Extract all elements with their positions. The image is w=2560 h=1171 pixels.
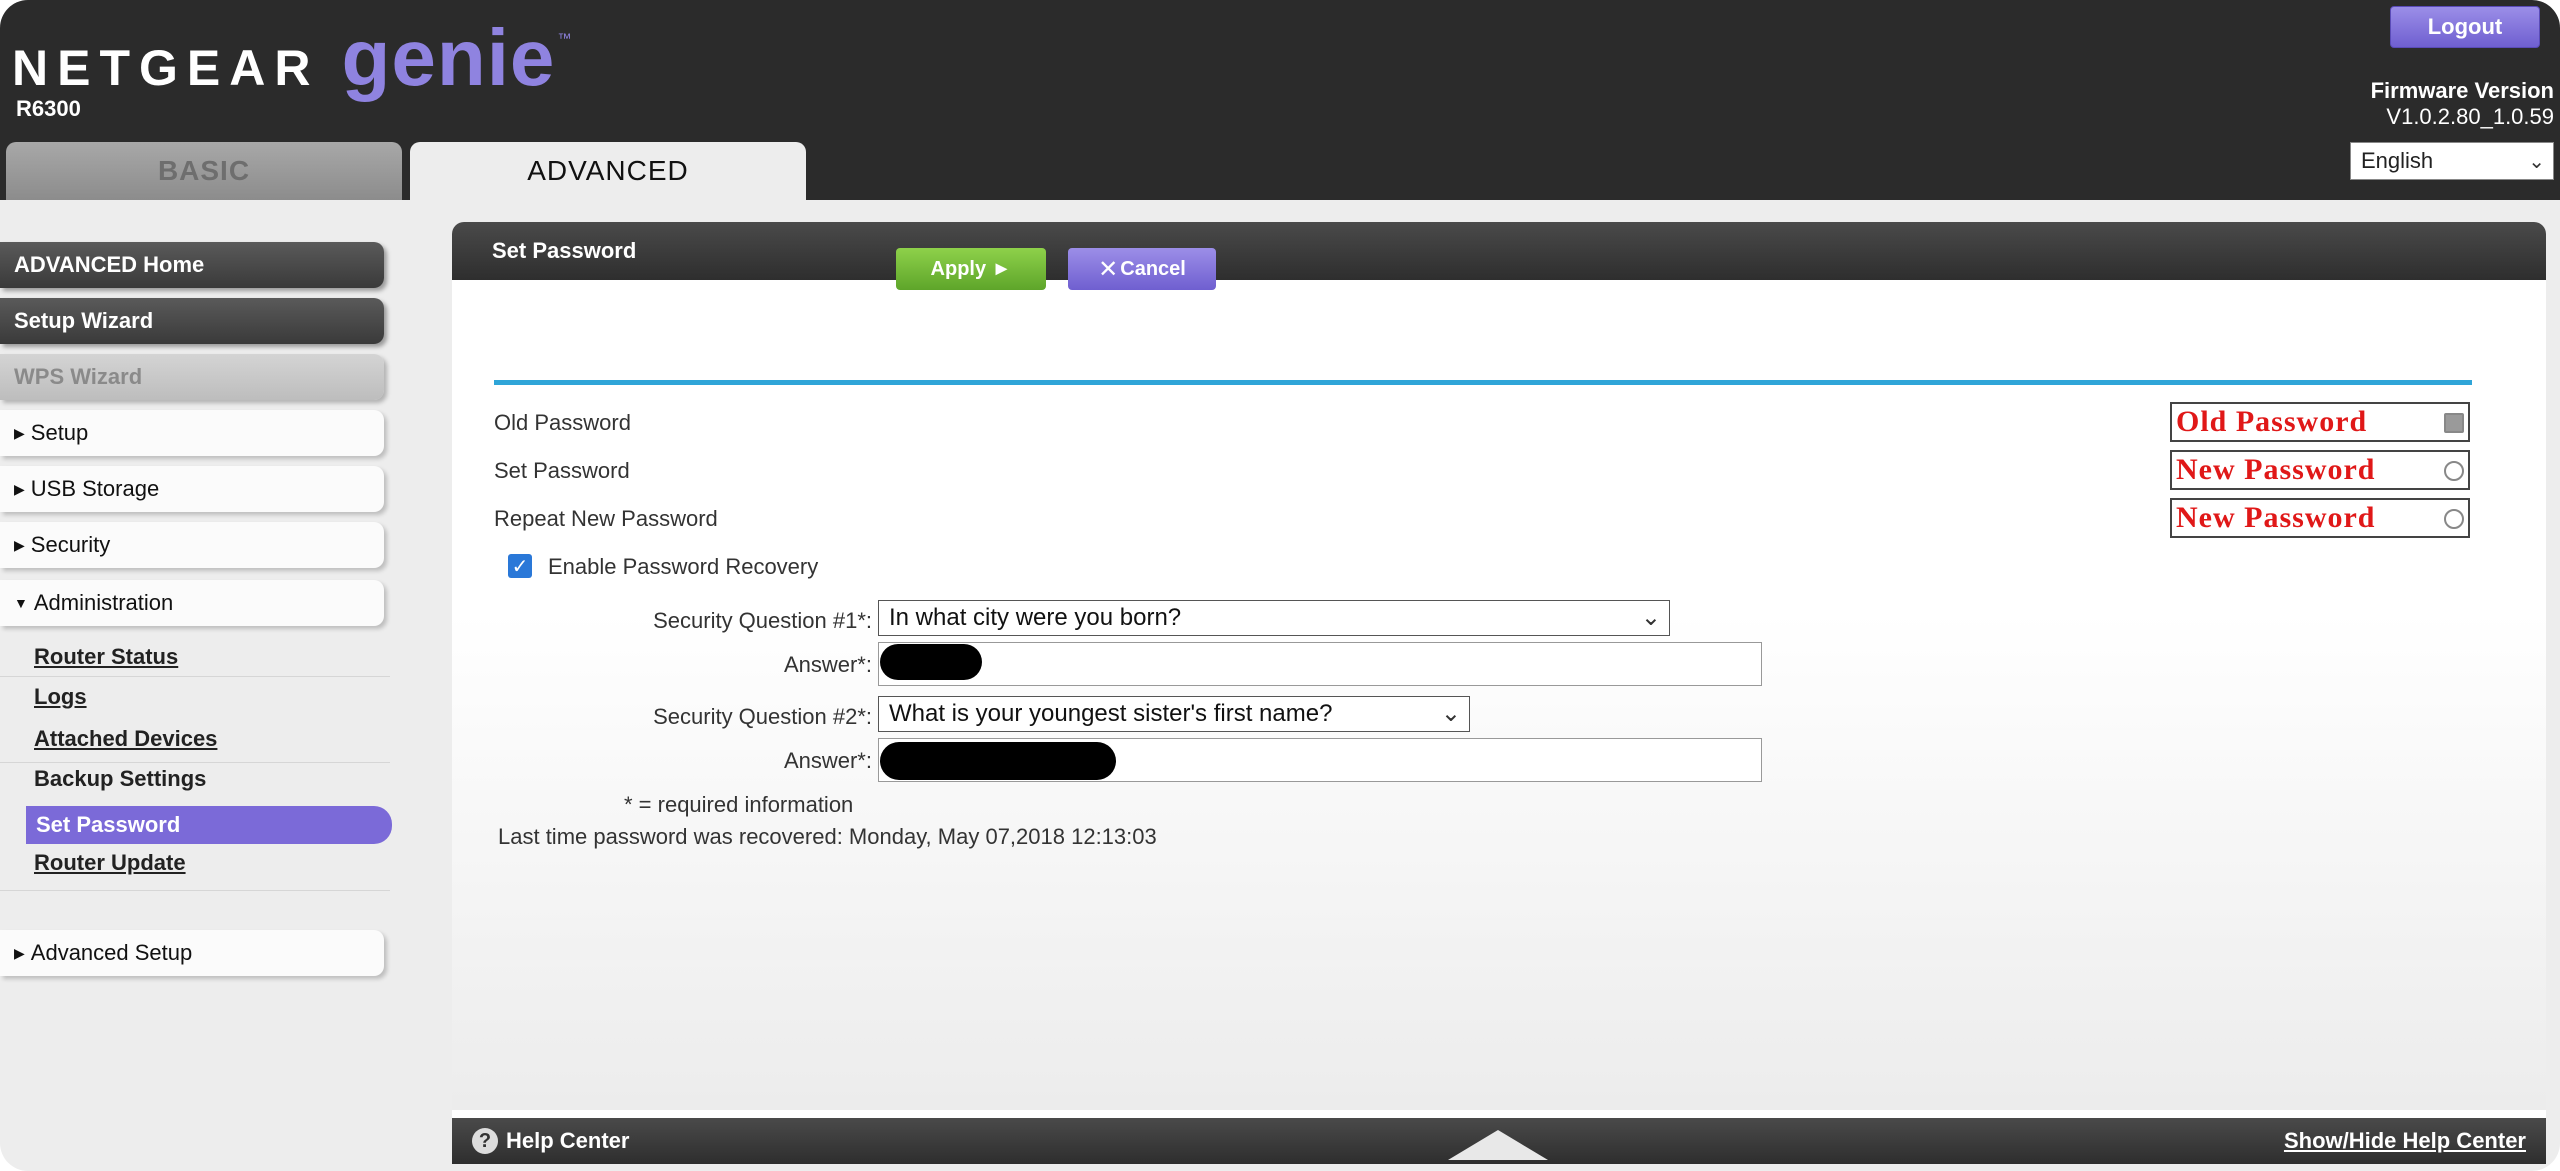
language-value: English (2361, 148, 2434, 173)
last-recovered-text: Last time password was recovered: Monday… (498, 824, 1157, 849)
question1-label: Security Question #1*: (653, 608, 872, 633)
redaction-mark (880, 644, 982, 680)
set-password-panel: Set Password (452, 222, 2546, 1164)
sidebar-subitem-router-status[interactable]: Router Status (34, 644, 178, 670)
set-password-label: Set Password (494, 458, 630, 483)
router-model: R6300 (16, 96, 81, 121)
question2-select[interactable]: What is your youngest sister's first nam… (878, 696, 1470, 732)
old-password-input[interactable]: Old Password (2170, 402, 2470, 442)
divider (494, 380, 2472, 385)
enable-recovery-checkbox[interactable]: ✓ (508, 554, 532, 578)
sidebar-item-administration[interactable]: ▼ Administration (0, 580, 384, 626)
tab-basic[interactable]: BASIC (6, 142, 402, 200)
sidebar-item-label: Advanced Setup (30, 940, 193, 965)
repeat-password-input[interactable]: New Password (2170, 498, 2470, 538)
triangle-down-icon: ▼ (14, 595, 28, 611)
sidebar-item-security[interactable]: ▶ Security (0, 522, 384, 568)
new-password-value: New Password (2176, 453, 2376, 486)
firmware-version-value: V1.0.2.80_1.0.59 (2386, 104, 2554, 129)
sidebar-item-label: Setup (30, 420, 89, 445)
keyboard-icon (2444, 413, 2464, 433)
password-reveal-icon (2444, 509, 2464, 529)
sidebar-item-advanced-setup[interactable]: ▶ Advanced Setup (0, 930, 384, 976)
chevron-down-icon: ⌄ (1440, 700, 1461, 727)
help-icon: ? (472, 1128, 498, 1154)
cancel-button[interactable]: ✕ Cancel (1068, 248, 1216, 290)
sidebar-subitem-set-password[interactable]: Set Password (26, 806, 392, 844)
question2-label: Security Question #2*: (653, 704, 872, 729)
chevron-down-icon: ⌄ (1640, 604, 1661, 631)
sidebar-item-advanced-home[interactable]: ADVANCED Home (0, 242, 384, 288)
close-icon: ✕ (1098, 255, 1119, 283)
enable-recovery-label: Enable Password Recovery (548, 554, 819, 579)
firmware-version-label: Firmware Version (2370, 78, 2554, 103)
sidebar-subitem-backup-settings[interactable]: Backup Settings (34, 766, 206, 792)
tab-advanced[interactable]: ADVANCED (410, 142, 806, 200)
triangle-right-icon: ▶ (14, 480, 25, 497)
divider (0, 676, 390, 677)
brand-netgear: NETGEAR (12, 40, 320, 96)
brand-genie: genie (341, 13, 556, 102)
divider (0, 890, 390, 891)
answer1-label: Answer*: (783, 652, 872, 677)
sidebar-item-wps-wizard: WPS Wizard (0, 354, 384, 400)
old-password-label: Old Password (494, 410, 631, 435)
repeat-password-label: Repeat New Password (494, 506, 718, 531)
required-note: * = required information (624, 792, 854, 817)
password-reveal-icon (2444, 461, 2464, 481)
answer1-input[interactable] (878, 642, 1762, 686)
question1-value: In what city were you born? (889, 604, 1182, 631)
logout-button[interactable]: Logout (2390, 6, 2540, 48)
panel-title: Set Password (452, 222, 2546, 280)
sidebar-item-label: Security (30, 532, 111, 557)
sidebar-item-setup-wizard[interactable]: Setup Wizard (0, 298, 384, 344)
sidebar-item-label: Administration (33, 590, 174, 615)
expand-up-icon[interactable] (1448, 1130, 1548, 1160)
sidebar-subitem-attached-devices[interactable]: Attached Devices (34, 726, 217, 752)
sidebar-subitem-logs[interactable]: Logs (34, 684, 87, 710)
sidebar-item-label: USB Storage (30, 476, 160, 501)
answer2-label: Answer*: (783, 748, 872, 773)
help-center-label: Help Center (506, 1128, 630, 1153)
language-select[interactable]: English ⌄ (2350, 142, 2554, 180)
netgear-genie-logo: NETGEAR genie ™ (12, 12, 572, 102)
cancel-label: Cancel (1120, 257, 1186, 280)
repeat-password-value: New Password (2176, 501, 2376, 534)
chevron-down-icon: ⌄ (2528, 151, 2545, 173)
help-bar: ? Help Center Show/Hide Help Center (452, 1118, 2546, 1164)
sidebar-subitem-router-update[interactable]: Router Update (34, 850, 186, 876)
divider (0, 762, 390, 763)
old-password-value: Old Password (2176, 405, 2368, 438)
brand-tm: ™ (557, 30, 572, 46)
sidebar-item-usb-storage[interactable]: ▶ USB Storage (0, 466, 384, 512)
router-admin-window: NETGEAR genie ™ R6300 Logout Firmware Ve… (0, 0, 2560, 1171)
question1-select[interactable]: In what city were you born? ⌄ (878, 600, 1670, 636)
show-hide-help-link[interactable]: Show/Hide Help Center (2284, 1128, 2526, 1154)
redaction-mark (880, 742, 1116, 780)
triangle-right-icon: ▶ (14, 536, 25, 553)
triangle-right-icon: ▶ (14, 944, 25, 961)
header: NETGEAR genie ™ R6300 Logout Firmware Ve… (0, 0, 2560, 200)
triangle-right-icon: ▶ (14, 424, 25, 441)
apply-button[interactable]: Apply ► (896, 248, 1046, 290)
new-password-input[interactable]: New Password (2170, 450, 2470, 490)
question2-value: What is your youngest sister's first nam… (889, 700, 1333, 727)
sidebar-item-setup[interactable]: ▶ Setup (0, 410, 384, 456)
help-center-button[interactable]: ? Help Center (472, 1128, 629, 1154)
